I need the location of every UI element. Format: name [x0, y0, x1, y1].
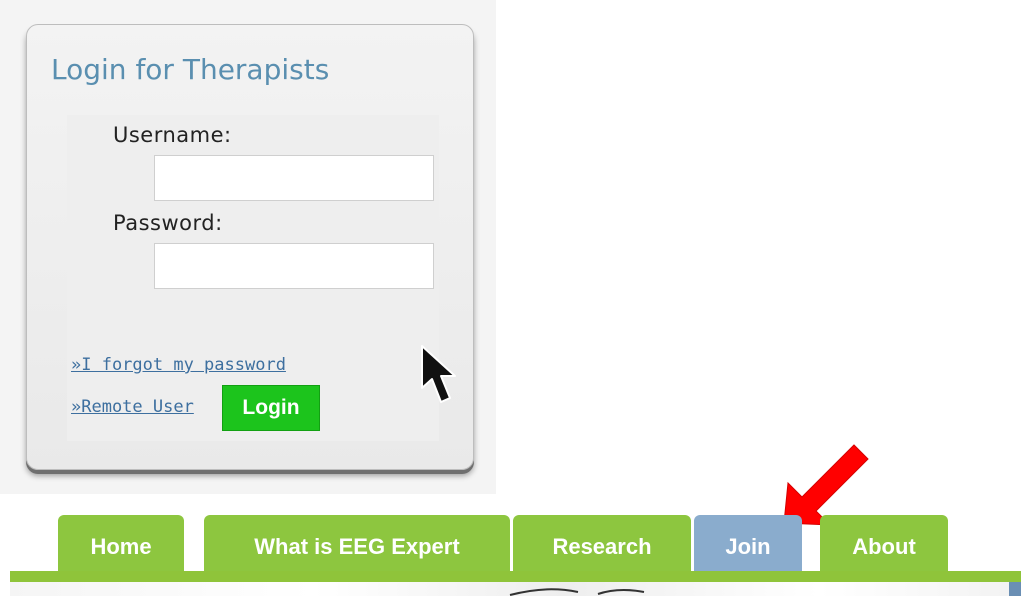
- password-input[interactable]: [154, 243, 434, 289]
- username-input[interactable]: [154, 155, 434, 201]
- nav-underline: [10, 571, 1021, 582]
- login-panel: Login for Therapists Username: Password:…: [26, 24, 474, 470]
- password-label: Password:: [113, 211, 223, 235]
- nav-tab-join[interactable]: Join: [694, 515, 802, 573]
- username-label: Username:: [113, 123, 232, 147]
- login-title: Login for Therapists: [51, 53, 330, 86]
- nav-tab-research[interactable]: Research: [513, 515, 691, 573]
- login-form: Username: Password: Login: [67, 115, 439, 441]
- remote-user-link[interactable]: »Remote User: [71, 397, 194, 417]
- nav-tab-about[interactable]: About: [820, 515, 948, 573]
- login-area: Login for Therapists Username: Password:…: [0, 0, 496, 494]
- nav-edge: [1009, 582, 1021, 596]
- nav-tab-what-is-eeg-expert[interactable]: What is EEG Expert: [204, 515, 510, 573]
- nav-tab-home[interactable]: Home: [58, 515, 184, 573]
- login-button[interactable]: Login: [222, 385, 320, 431]
- mouse-pointer-icon: [421, 345, 456, 403]
- forgot-password-link[interactable]: »I forgot my password: [71, 355, 286, 375]
- main-nav: Home What is EEG Expert Research Join Ab…: [0, 514, 1021, 596]
- decorative-stroke: [509, 588, 645, 596]
